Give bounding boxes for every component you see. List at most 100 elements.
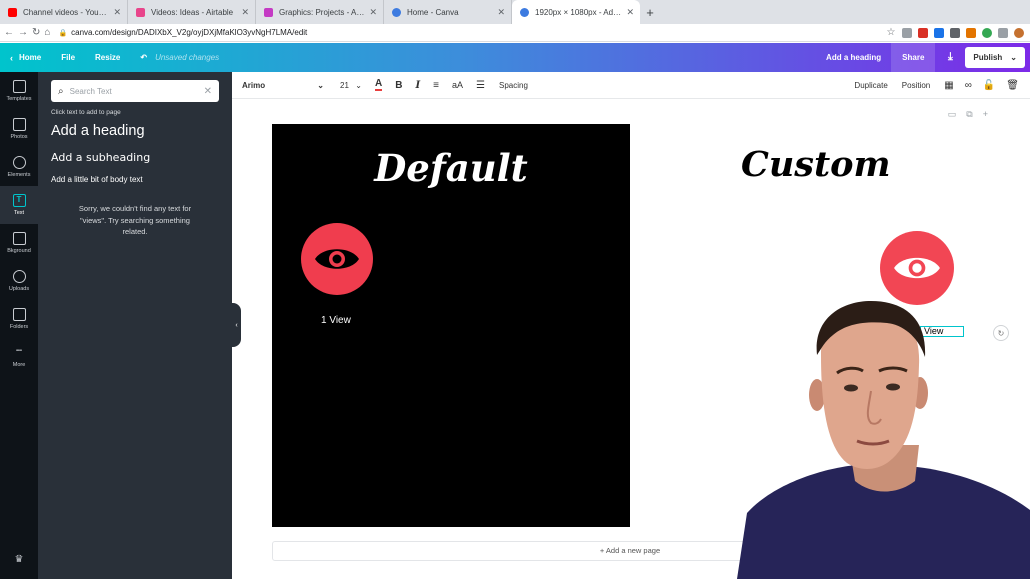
bold-button[interactable]: B [395,80,402,91]
close-tab-icon[interactable]: ✕ [497,7,505,18]
folders-icon [12,308,26,321]
lock-icon[interactable]: 🔓 [983,80,995,91]
view-count-label[interactable]: 1 View [321,315,351,326]
back-icon[interactable]: ← [4,27,14,38]
font-dropdown[interactable]: Arimo ⌄ [242,81,324,90]
rail-item-more[interactable]: ••• More [0,338,38,376]
custom-heading[interactable]: Custom [741,144,891,185]
uploads-icon [12,270,26,283]
close-tab-icon[interactable]: ✕ [241,7,249,18]
collapse-panel-button[interactable]: ‹ [232,303,241,347]
page-note-icon[interactable]: ▭ [948,109,957,120]
design-title[interactable]: Add a heading [816,43,891,72]
rail-item-folders[interactable]: Folders [0,300,38,338]
text-toolbar: Arimo ⌄ 21 ⌄ A B I ≡ aA ☰ Spacing Duplic… [232,72,1030,99]
italic-button[interactable]: I [415,80,420,91]
font-size-dropdown[interactable]: 21 ⌄ [340,81,362,90]
extension-icon[interactable] [998,27,1009,38]
rail-item-templates[interactable]: Templates [0,72,38,110]
presenter-photo [737,301,1030,579]
extension-icons: ☆ ⋮ [886,27,1030,38]
download-icon: ⤓ [947,51,953,63]
add-body-text-button[interactable]: Add a little bit of body text [51,175,143,184]
url-field[interactable]: 🔒 canva.com/design/DADIXbX_V2g/oyjDXjMfa… [58,25,878,41]
browser-tab-youtube[interactable]: Channel videos - YouTube Studio ✕ [0,0,128,24]
rail-item-elements[interactable]: Elements [0,148,38,186]
copy-page-icon[interactable]: ⧉ [966,109,972,120]
font-size-value: 21 [340,80,349,90]
publish-button[interactable]: Publish ⌄ [965,47,1025,68]
home-button[interactable]: ‹ Home [0,43,51,72]
share-button[interactable]: Share [891,43,936,72]
chevron-down-icon: ⌄ [1010,53,1017,62]
rail-item-uploads[interactable]: Uploads [0,262,38,300]
browser-tab-canva-design[interactable]: 1920px × 1080px - Add a heading ✕ [512,0,640,24]
bookmark-star-icon[interactable]: ☆ [886,27,896,38]
text-icon: T [12,194,26,207]
templates-icon [12,80,26,93]
resize-button[interactable]: Resize [85,43,130,72]
home-icon[interactable]: ⌂ [44,27,50,38]
search-box[interactable]: ⌕ ✕ [51,80,219,102]
align-center-icon[interactable]: ≡ [433,80,439,91]
rail-item-photos[interactable]: Photos [0,110,38,148]
extension-icon[interactable] [934,27,945,38]
extension-icon[interactable] [918,27,929,38]
duplicate-button[interactable]: Duplicate [854,81,887,90]
search-input[interactable] [69,86,204,96]
extension-icon[interactable] [902,27,913,38]
no-results-message: Sorry, we couldn't find any text for "vi… [78,204,192,236]
canva-favicon-icon [520,7,529,17]
reload-icon[interactable]: ↻ [32,27,40,38]
airtable-favicon-icon [264,7,273,17]
add-page-icon[interactable]: + [983,109,988,120]
eye-icon[interactable] [880,231,954,305]
letter-case-button[interactable]: aA [452,80,463,90]
canva-favicon-icon [392,7,401,17]
trash-icon[interactable]: 🗑 [1006,80,1019,91]
crown-icon[interactable]: ♛ [0,554,38,565]
eye-glyph [315,249,359,269]
add-subheading-button[interactable]: Add a subheading [51,151,150,164]
eye-glyph [894,257,940,279]
list-icon[interactable]: ☰ [476,80,485,91]
undo-button[interactable]: ↶ Unsaved changes [130,43,229,72]
close-tab-icon[interactable]: ✕ [113,7,121,18]
rail-item-text[interactable]: T Text [0,186,38,224]
position-button[interactable]: Position [902,81,930,90]
default-heading[interactable]: Default [272,146,630,190]
download-button[interactable]: ⤓ [935,43,965,72]
add-heading-button[interactable]: Add a heading [51,123,145,139]
search-icon: ⌕ [58,85,64,97]
tab-title: 1920px × 1080px - Add a heading [535,7,622,17]
lock-icon: 🔒 [58,29,68,37]
browser-tab-canva-home[interactable]: Home - Canva ✕ [384,0,512,24]
file-menu-button[interactable]: File [51,43,85,72]
forward-icon[interactable]: → [18,27,28,38]
youtube-favicon-icon [8,7,17,17]
browser-tab-airtable-graphics[interactable]: Graphics: Projects - Airtable ✕ [256,0,384,24]
browser-tab-airtable-ideas[interactable]: Videos: Ideas - Airtable ✕ [128,0,256,24]
link-icon[interactable]: ∞ [965,80,972,91]
close-tab-icon[interactable]: ✕ [626,7,634,18]
close-tab-icon[interactable]: ✕ [369,7,377,18]
design-page[interactable]: Default 1 View [272,124,630,527]
chevron-down-icon: ⌄ [317,80,324,90]
clear-search-icon[interactable]: ✕ [204,86,212,97]
profile-avatar-icon[interactable] [1014,27,1025,38]
home-label: Home [19,53,42,62]
airtable-favicon-icon [136,7,145,17]
text-color-button[interactable]: A [375,79,383,91]
extension-icon[interactable] [950,27,961,38]
new-tab-button[interactable]: + [640,0,660,24]
rail-item-label: Templates [6,96,32,102]
transparency-icon[interactable]: ▦ [944,80,953,91]
spacing-button[interactable]: Spacing [499,81,528,90]
panel-hint: Click text to add to page [51,109,121,116]
tab-title: Graphics: Projects - Airtable [279,7,365,17]
rail-item-background[interactable]: Bkground [0,224,38,262]
extension-icon[interactable] [982,27,993,38]
eye-icon[interactable] [301,223,373,295]
rail-item-label: Elements [7,172,31,178]
extension-icon[interactable] [966,27,977,38]
